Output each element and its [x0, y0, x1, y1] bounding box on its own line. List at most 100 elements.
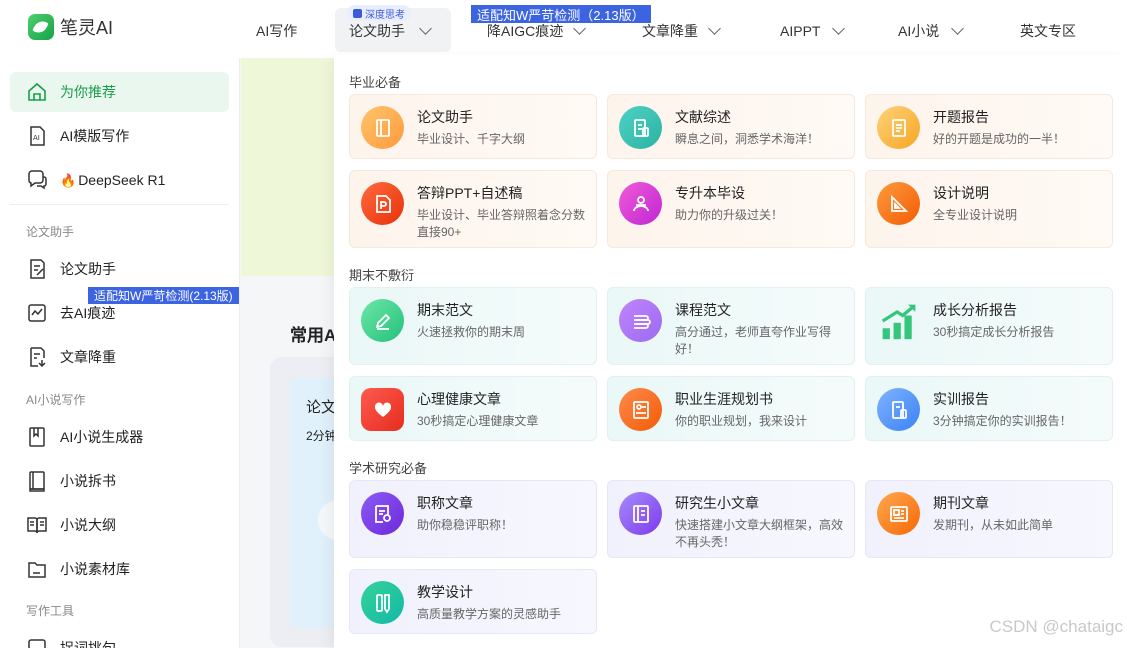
card-training-report[interactable]: 实训报告 3分钟搞定你的实训报告！	[865, 376, 1113, 441]
card-title: 心理健康文章	[417, 391, 501, 407]
growth-chart-icon	[877, 299, 920, 342]
book-icon	[361, 106, 404, 149]
home-icon	[26, 81, 48, 103]
nav-ai-novel[interactable]: AI小说	[898, 22, 965, 40]
sidebar-item-label: AI小说生成器	[60, 429, 144, 445]
card-desc: 发期刊，从未如此简单	[933, 518, 1054, 532]
card-literature-review[interactable]: 文献综述 瞬息之间，洞悉学术海洋！	[607, 94, 855, 159]
card-desc: 助你稳稳评职称！	[417, 518, 514, 532]
nav-aippt[interactable]: AIPPT	[780, 22, 846, 40]
flame-icon: 🔥	[60, 172, 77, 188]
card-desc: 30秒搞定心理健康文章	[417, 414, 539, 428]
open-book-icon	[26, 514, 48, 536]
nav-label: AIPPT	[780, 23, 821, 39]
card-title: 答辩PPT+自述稿	[417, 185, 523, 201]
card-career-plan[interactable]: 职业生涯规划书 你的职业规划，我来设计	[607, 376, 855, 441]
nav-label: 英文专区	[1020, 23, 1076, 39]
sidebar-item-remove-ai[interactable]: 去AI痕迹	[10, 293, 229, 333]
edit-document-icon	[26, 258, 48, 280]
card-growth-report[interactable]: 成长分析报告 30秒搞定成长分析报告	[865, 287, 1113, 365]
card-teaching-design[interactable]: 教学设计 高质量教学方案的灵感助手	[349, 569, 597, 634]
sidebar-item-novel-material[interactable]: 小说素材库	[10, 549, 229, 589]
card-title-paper[interactable]: 职称文章 助你稳稳评职称！	[349, 480, 597, 558]
sidebar-item-label: 小说拆书	[60, 473, 116, 489]
card-final-essay[interactable]: 期末范文 火速拯救你的期末周	[349, 287, 597, 365]
card-graduate-article[interactable]: 研究生小文章 快速搭建小文章大纲框架，高效不再头秃！	[607, 480, 855, 558]
sidebar-item-label: 去AI痕迹	[60, 305, 116, 321]
nav-label: 论文助手	[349, 23, 405, 39]
tool-icon	[26, 637, 48, 648]
sidebar-item-label: 捉词挑句	[60, 640, 116, 648]
sort-document-icon	[26, 346, 48, 368]
sidebar-item-template[interactable]: AI AI模版写作	[10, 116, 229, 156]
card-desc: 瞬息之间，洞悉学术海洋！	[675, 132, 820, 146]
training-report-icon	[877, 388, 920, 431]
sidebar-item-novel-split[interactable]: 小说拆书	[10, 461, 229, 501]
nav-label: AI写作	[256, 23, 298, 39]
card-title: 期刊文章	[933, 495, 989, 511]
card-title: 专升本毕设	[675, 185, 745, 201]
card-desc: 3分钟搞定你的实训报告！	[933, 414, 1072, 428]
ai-document-icon: AI	[26, 125, 48, 147]
edit-icon	[353, 8, 362, 18]
card-opening-report[interactable]: 开题报告 好的开题是成功的一半！	[865, 94, 1113, 159]
card-title: 职业生涯规划书	[675, 391, 773, 407]
sidebar: 为你推荐 AI AI模版写作 🔥 DeepSeek R1 论文助手 论文助手 适配…	[0, 58, 240, 648]
card-design-description[interactable]: 设计说明 全专业设计说明	[865, 170, 1113, 248]
nav-label: 降AIGC痕迹	[487, 23, 564, 39]
chevron-down-icon	[573, 22, 587, 35]
card-mental-health[interactable]: 心理健康文章 30秒搞定心理健康文章	[349, 376, 597, 441]
nav-label: AI小说	[898, 23, 940, 39]
nav-rewrite[interactable]: 文章降重	[642, 22, 721, 40]
card-desc: 助力你的升级过关！	[675, 208, 784, 222]
card-title: 期末范文	[417, 302, 473, 318]
teaching-icon	[361, 581, 404, 624]
card-desc: 高质量教学方案的灵感助手	[417, 607, 562, 621]
main-section-title: 常用A	[290, 326, 337, 345]
sidebar-section-paper: 论文助手	[26, 225, 75, 239]
chevron-down-icon	[419, 22, 432, 35]
card-paper-assistant[interactable]: 论文助手 毕业设计、千字大纲	[349, 94, 597, 159]
sidebar-item-recommend[interactable]: 为你推荐	[10, 72, 229, 112]
nav-label: 文章降重	[642, 23, 698, 39]
svg-text:AI: AI	[33, 134, 40, 142]
sidebar-item-label: 为你推荐	[60, 84, 116, 100]
journal-icon	[877, 492, 920, 535]
card-journal-article[interactable]: 期刊文章 发期刊，从未如此简单	[865, 480, 1113, 558]
nav-ai-writing[interactable]: AI写作	[256, 22, 297, 40]
sidebar-item-label: 论文助手	[60, 261, 116, 277]
document-icon	[619, 106, 662, 149]
card-desc: 快速搭建小文章大纲框架，高效不再头秃！	[675, 518, 844, 549]
watermark: CSDN @chataigc	[989, 617, 1123, 636]
book-icon	[26, 470, 48, 492]
card-defense-ppt[interactable]: 答辩PPT+自述稿 毕业设计、毕业答辩照着念分数直接90+	[349, 170, 597, 248]
ppt-icon	[361, 182, 404, 225]
card-title: 实训报告	[933, 391, 989, 407]
deep-think-badge: 深度思考	[347, 5, 411, 21]
sidebar-item-label: 小说素材库	[60, 561, 130, 577]
sidebar-section-novel: AI小说写作	[26, 393, 86, 407]
sidebar-item-deepseek[interactable]: 🔥 DeepSeek R1	[10, 160, 229, 200]
card-desc: 高分通过，老师直夸作业写得好！	[675, 325, 832, 356]
career-icon	[619, 388, 662, 431]
card-upgrade-graduation[interactable]: 专升本毕设 助力你的升级过关！	[607, 170, 855, 248]
sidebar-item-novel-generator[interactable]: AI小说生成器	[10, 417, 229, 457]
sidebar-item-label: 小说大纲	[60, 517, 116, 533]
card-desc: 毕业设计、毕业答辩照着念分数直接90+	[417, 208, 586, 239]
chat-bubble-icon	[26, 169, 48, 191]
nav-version-tag: 适配知W严苛检测（2.13版）	[471, 5, 651, 23]
sidebar-item-tools[interactable]: 捉词挑句	[10, 628, 229, 648]
section-title-graduation: 毕业必备	[349, 75, 402, 90]
brand-logo[interactable]: 笔灵AI	[28, 14, 113, 40]
nav-reduce-aigc[interactable]: 降AIGC痕迹	[487, 22, 587, 40]
nav-english-zone[interactable]: 英文专区	[1020, 22, 1076, 40]
sidebar-item-novel-outline[interactable]: 小说大纲	[10, 505, 229, 545]
chevron-down-icon	[708, 22, 721, 35]
report-icon	[877, 106, 920, 149]
card-desc: 全专业设计说明	[933, 208, 1018, 222]
card-course-essay[interactable]: 课程范文 高分通过，老师直夸作业写得好！	[607, 287, 855, 365]
nav-paper-assistant[interactable]: 论文助手	[349, 22, 432, 40]
sidebar-item-paper[interactable]: 论文助手	[10, 249, 229, 289]
sidebar-item-rewrite[interactable]: 文章降重	[10, 337, 229, 377]
article-icon	[619, 492, 662, 535]
